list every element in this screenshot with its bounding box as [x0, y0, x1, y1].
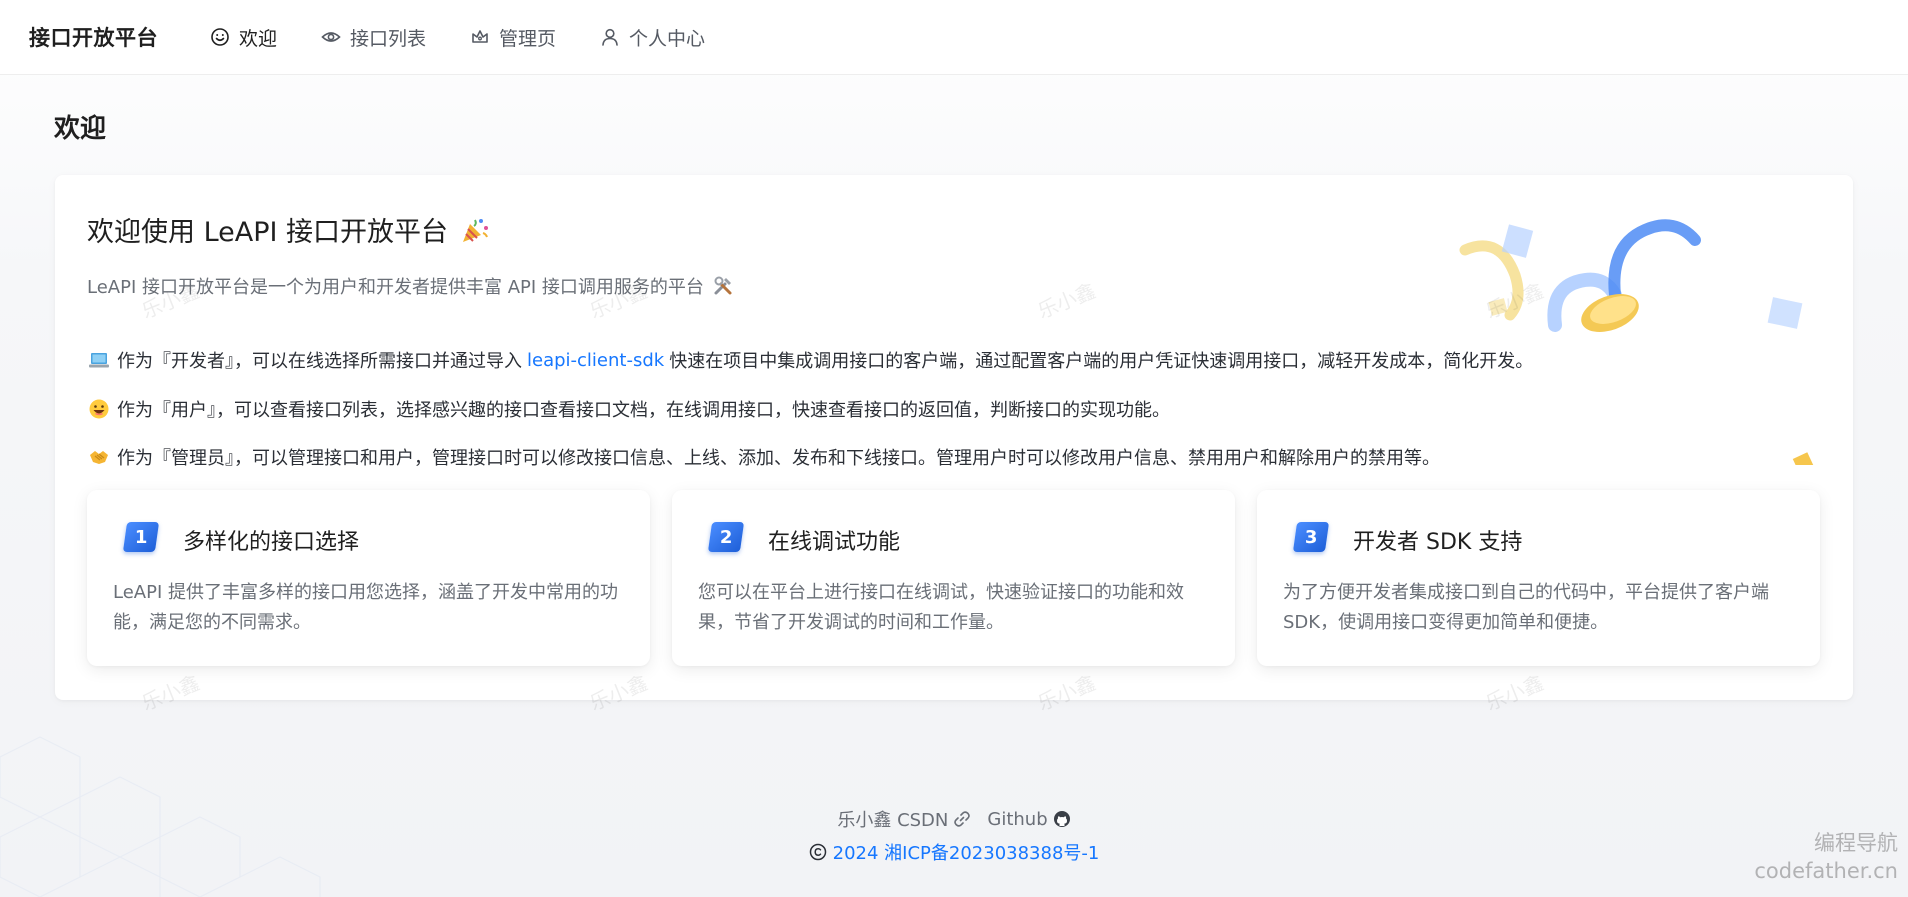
developer-text-before: 作为『开发者』，可以在线选择所需接口并通过导入: [117, 351, 522, 372]
csdn-link[interactable]: 乐小鑫 CSDN: [837, 806, 971, 832]
card-description: LeAPI 接口开放平台是一个为用户和开发者提供丰富 API 接口调用服务的平台: [87, 273, 734, 299]
feature-description: 您可以在平台上进行接口在线调试，快速验证接口的功能和效果，节省了开发调试的时间和…: [698, 582, 1184, 633]
nav-item-welcome[interactable]: 欢迎: [188, 0, 299, 75]
feature-card-1: 1 多样化的接口选择 LeAPI 提供了丰富多样的接口用您选择，涵盖了开发中常用…: [87, 490, 650, 666]
welcome-card: 欢迎使用 LeAPI 接口开放平台 LeAPI 接口开放平台是一个为用户和开发者…: [55, 175, 1853, 700]
nav-label: 欢迎: [239, 27, 278, 50]
copyright-line[interactable]: 2024 湘ICP备2023038388号-1: [0, 839, 1908, 865]
feature-number: 3: [1304, 526, 1318, 548]
github-link[interactable]: Github: [987, 809, 1070, 830]
card-title: 欢迎使用 LeAPI 接口开放平台: [87, 210, 490, 249]
corner-line-1: 编程导航: [1814, 831, 1898, 855]
link-icon: [954, 811, 971, 827]
sdk-link[interactable]: leapi-client-sdk: [527, 350, 664, 371]
tools-icon: [714, 276, 732, 295]
handshake-icon: [90, 451, 108, 464]
feature-number-badge: 1: [122, 522, 160, 552]
feature-description: 为了方便开发者集成接口到自己的代码中，平台提供了客户端 SDK，使调用接口变得更…: [1283, 582, 1769, 633]
celebration-decoration-icon: [1459, 219, 1814, 465]
nav-item-admin[interactable]: 管理页: [448, 0, 578, 75]
developer-text-after: 快速在项目中集成调用接口的客户端，通过配置客户端的用户凭证快速调用接口，减轻开发…: [669, 351, 1534, 372]
github-icon: [1053, 811, 1070, 827]
party-popper-icon: [463, 218, 489, 242]
crown-icon: [472, 30, 488, 43]
nav-item-profile[interactable]: 个人中心: [578, 0, 727, 75]
nav-item-api-list[interactable]: 接口列表: [299, 0, 448, 75]
footer-links: 乐小鑫 CSDN Github: [0, 806, 1908, 832]
main-nav: 欢迎 接口列表 管理页 个人中心: [188, 0, 727, 75]
feature-number-badge: 3: [1292, 522, 1330, 552]
description-text: LeAPI 接口开放平台是一个为用户和开发者提供丰富 API 接口调用服务的平台: [87, 277, 704, 298]
feature-title: 开发者 SDK 支持: [1353, 530, 1523, 555]
corner-line-2: codefather.cn: [1754, 859, 1898, 883]
background-pattern-icon: [0, 736, 321, 897]
feature-title: 在线调试功能: [768, 530, 901, 555]
page-title: 欢迎: [54, 114, 107, 144]
feature-number-badge: 2: [707, 522, 745, 552]
copyright-text: 2024 湘ICP备2023038388号-1: [832, 843, 1100, 864]
card-title-text: 欢迎使用 LeAPI 接口开放平台: [87, 217, 449, 248]
feature-title: 多样化的接口选择: [183, 530, 360, 555]
feature-number: 2: [719, 526, 733, 548]
nav-label: 接口列表: [350, 27, 427, 50]
admin-role-text: 作为『管理员』，可以管理接口和用户，管理接口时可以修改接口信息、上线、添加、发布…: [117, 448, 1440, 469]
feature-description: LeAPI 提供了丰富多样的接口用您选择，涵盖了开发中常用的功能，满足您的不同需…: [113, 582, 618, 633]
copyright-icon: [809, 843, 826, 861]
github-link-text: Github: [987, 808, 1048, 830]
feature-card-2: 2 在线调试功能 您可以在平台上进行接口在线调试，快速验证接口的功能和效果，节省…: [672, 490, 1235, 666]
admin-role-line: 作为『管理员』，可以管理接口和用户，管理接口时可以修改接口信息、上线、添加、发布…: [88, 444, 1440, 470]
feature-card-3: 3 开发者 SDK 支持 为了方便开发者集成接口到自己的代码中，平台提供了客户端…: [1257, 490, 1820, 666]
csdn-link-text: 乐小鑫 CSDN: [837, 810, 949, 831]
feature-number: 1: [134, 526, 148, 548]
user-role-text: 作为『用户』，可以查看接口列表，选择感兴趣的接口查看接口文档，在线调用接口，快速…: [117, 400, 1170, 421]
developer-role-line: 作为『开发者』，可以在线选择所需接口并通过导入 leapi-client-sdk…: [88, 347, 1533, 373]
top-navbar: 接口开放平台 欢迎 接口列表 管理页 个人中心: [0, 0, 1908, 75]
laptop-icon: [89, 353, 109, 368]
nav-label: 管理页: [499, 27, 557, 50]
user-role-line: 作为『用户』，可以查看接口列表，选择感兴趣的接口查看接口文档，在线调用接口，快速…: [88, 396, 1170, 422]
smile-icon: [211, 28, 229, 46]
grinning-face-icon: [89, 399, 109, 419]
user-icon: [602, 28, 618, 46]
corner-watermark: 编程导航 codefather.cn: [1754, 829, 1898, 885]
brand-title[interactable]: 接口开放平台: [29, 22, 158, 52]
nav-label: 个人中心: [629, 27, 706, 50]
eye-icon: [321, 32, 341, 42]
